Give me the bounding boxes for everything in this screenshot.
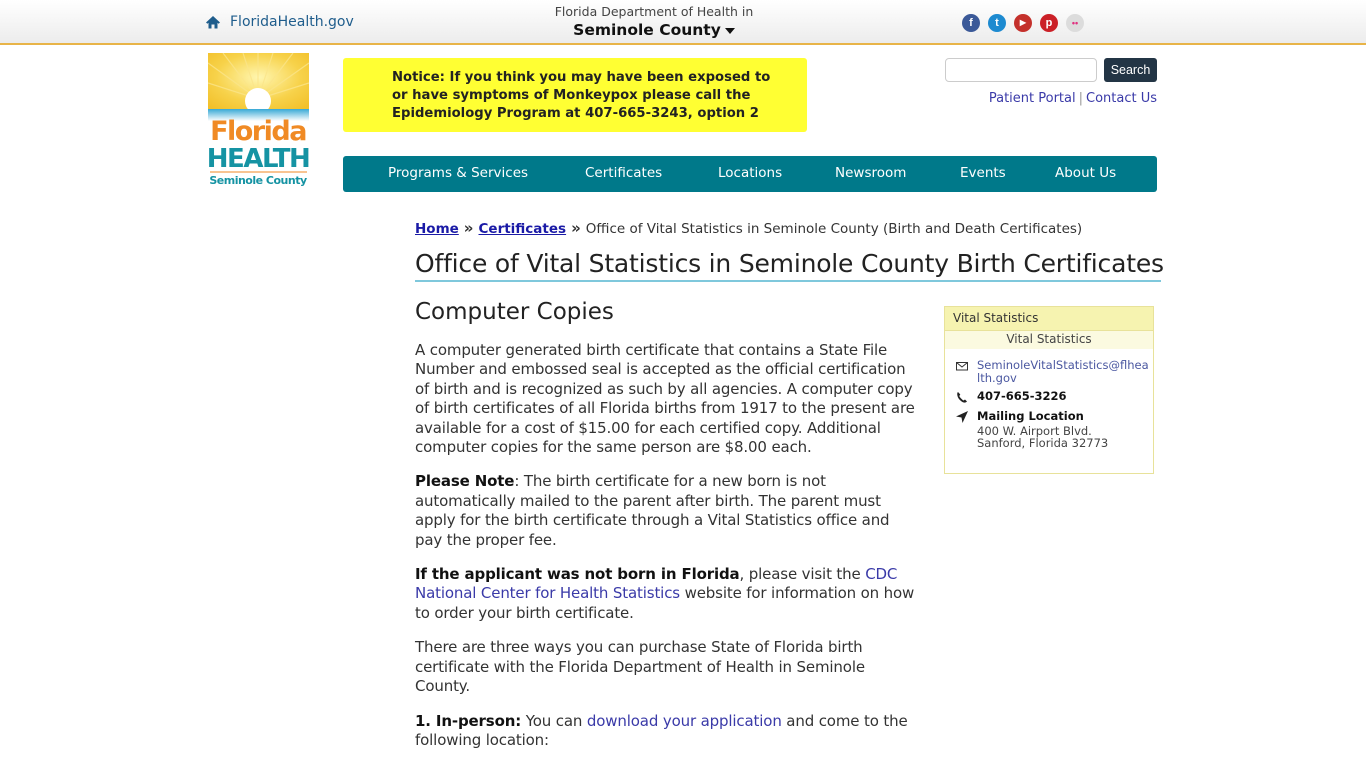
nav-about-us[interactable]: About Us <box>1055 165 1116 181</box>
monkeypox-notice: Notice: If you think you may have been e… <box>343 58 807 132</box>
top-bar: FloridaHealth.gov Florida Department of … <box>0 0 1366 45</box>
card-header: Vital Statistics <box>945 307 1153 331</box>
breadcrumb: Home» Certificates» Office of Vital Statis… <box>415 219 1082 237</box>
mailing-label: Mailing Location <box>977 409 1084 423</box>
utility-separator: | <box>1078 91 1083 106</box>
in-person-text: You can <box>521 711 587 730</box>
phone-icon <box>957 392 967 403</box>
utility-links: Patient Portal | Contact Us <box>989 91 1157 106</box>
patient-portal-link[interactable]: Patient Portal <box>989 91 1076 106</box>
contact-us-link[interactable]: Contact Us <box>1086 91 1157 106</box>
breadcrumb-current: Office of Vital Statistics in Seminole C… <box>585 221 1083 237</box>
social-links: f t ▶ p •• <box>962 14 1084 32</box>
breadcrumb-separator: » <box>571 219 581 237</box>
nav-newsroom[interactable]: Newsroom <box>835 165 906 181</box>
card-mailing-row: Mailing Location 400 W. Airport Blvd. Sa… <box>955 410 1108 450</box>
svg-text:Florida: Florida <box>210 116 306 147</box>
download-application-link[interactable]: download your application <box>587 712 782 730</box>
county-name-wrap: Seminole County <box>540 20 768 40</box>
nav-locations[interactable]: Locations <box>718 165 782 181</box>
caret-down-icon <box>724 27 735 34</box>
breadcrumb-separator: » <box>463 219 474 237</box>
nav-programs-services[interactable]: Programs & Services <box>388 165 528 181</box>
home-link-label: FloridaHealth.gov <box>230 14 354 30</box>
breadcrumb-home[interactable]: Home <box>415 221 459 237</box>
flickr-icon[interactable]: •• <box>1066 14 1084 32</box>
not-born-in-florida-paragraph: If the applicant was not born in Florida… <box>415 565 921 623</box>
in-person-label: 1. In-person: <box>415 711 522 730</box>
floridahealth-home-link[interactable]: FloridaHealth.gov <box>205 14 354 30</box>
main-nav: Programs & Services Certificates Locatio… <box>343 156 1157 192</box>
address-line-2: Sanford, Florida 32773 <box>977 436 1109 450</box>
svg-text:Seminole County: Seminole County <box>209 174 307 187</box>
computer-copies-paragraph: A computer generated birth certificate t… <box>415 341 915 457</box>
svg-text:HEALTH: HEALTH <box>208 144 309 174</box>
location-arrow-icon <box>956 411 968 423</box>
county-selector[interactable]: Florida Department of Health in Seminole… <box>540 4 768 40</box>
department-label: Florida Department of Health in <box>554 4 754 19</box>
email-link[interactable]: SeminoleVitalStatistics@flhealth.gov <box>977 359 1150 384</box>
phone-number: 407-665-3226 <box>977 389 1067 403</box>
not-born-label: If the applicant was not born in Florida <box>415 565 740 584</box>
vital-statistics-card: Vital Statistics Vital Statistics Semino… <box>944 306 1154 474</box>
section-heading: Computer Copies <box>415 299 614 325</box>
three-ways-paragraph: There are three ways you can purchase St… <box>415 638 865 696</box>
twitter-icon[interactable]: t <box>988 14 1006 32</box>
main-content: Computer Copies A computer generated bir… <box>415 297 921 765</box>
search-input[interactable] <box>945 58 1097 82</box>
card-subheader: Vital Statistics <box>945 331 1153 349</box>
county-name: Seminole County <box>573 21 721 39</box>
logo-graphic: Florida HEALTH Seminole County <box>208 53 309 187</box>
pinterest-icon[interactable]: p <box>1040 14 1058 32</box>
nav-certificates[interactable]: Certificates <box>585 165 662 181</box>
florida-health-logo[interactable]: Florida HEALTH Seminole County <box>208 53 309 188</box>
please-note-paragraph: Please Note: The birth certificate for a… <box>415 472 921 550</box>
page-title: Office of Vital Statistics in Seminole C… <box>415 249 1164 282</box>
card-phone-row: 407-665-3226 <box>955 390 1067 404</box>
home-icon <box>206 16 220 29</box>
facebook-icon[interactable]: f <box>962 14 980 32</box>
not-born-text: , please visit the <box>739 565 866 584</box>
in-person-paragraph: 1. In-person: You can download your appl… <box>415 712 921 751</box>
envelope-icon <box>956 362 968 371</box>
nav-events[interactable]: Events <box>960 165 1006 181</box>
please-note-label: Please Note <box>415 472 515 491</box>
breadcrumb-certificates[interactable]: Certificates <box>479 221 567 237</box>
mailing-address: Mailing Location 400 W. Airport Blvd. Sa… <box>977 410 1108 450</box>
card-email-row: SeminoleVitalStatistics@flhealth.gov <box>955 359 1150 384</box>
youtube-icon[interactable]: ▶ <box>1014 14 1032 32</box>
search-button[interactable]: Search <box>1104 58 1157 82</box>
